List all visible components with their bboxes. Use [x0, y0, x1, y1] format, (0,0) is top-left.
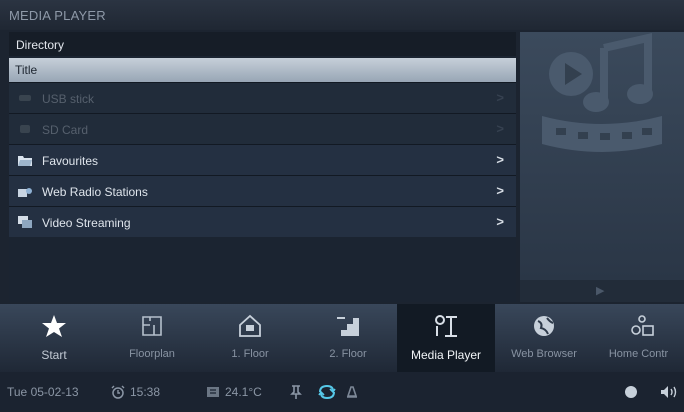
media-artwork-icon	[542, 32, 662, 152]
list-item-web-radio-stations[interactable]: Web Radio Stations >	[9, 175, 516, 206]
title-bar: MEDIA PLAYER	[0, 0, 684, 30]
list-item-usb-stick: USB stick >	[9, 82, 516, 113]
dock-label: 1. Floor	[231, 348, 269, 360]
dock-1-floor-button[interactable]: 1. Floor	[201, 304, 299, 372]
status-bar: Tue 05-02-13 15:38 24.1°C	[0, 372, 684, 412]
alarm-clock-icon[interactable]	[111, 385, 125, 399]
dock-media-player-button[interactable]: Media Player	[397, 304, 495, 372]
floorplan-icon	[142, 316, 162, 336]
pin-icon[interactable]	[290, 385, 302, 399]
home-control-icon	[631, 315, 654, 336]
media-player-icon	[435, 315, 457, 337]
star-icon	[42, 315, 66, 337]
list-item-label: USB stick	[42, 92, 95, 106]
chevron-right-icon: >	[496, 152, 504, 167]
radio-icon	[18, 188, 32, 197]
dock-floorplan-button[interactable]: Floorplan	[103, 304, 201, 372]
dock-2-floor-button[interactable]: 2. Floor	[299, 304, 397, 372]
dock-label: Media Player	[410, 348, 482, 362]
dock-label: Start	[41, 348, 67, 362]
media-artwork	[520, 32, 684, 282]
usb-icon	[19, 95, 31, 101]
night-mode-icon[interactable]	[624, 385, 638, 399]
volume-icon[interactable]	[660, 385, 680, 399]
dock-label: 2. Floor	[329, 348, 367, 360]
list-item-label: Web Radio Stations	[42, 185, 148, 199]
status-temperature: 24.1°C	[225, 385, 262, 399]
dock-web-browser-button[interactable]: Web Browser	[495, 304, 593, 372]
list-item-video-streaming[interactable]: Video Streaming >	[9, 206, 516, 237]
status-date: Tue 05-02-13	[7, 385, 79, 399]
chevron-right-icon: >	[496, 183, 504, 198]
sync-icon[interactable]	[318, 384, 336, 400]
directory-list: Directory Title USB stick > SD Card > Fa…	[9, 32, 516, 302]
preview-controls: ▶	[520, 280, 684, 302]
dock-home-control-button[interactable]: Home Contr	[593, 304, 684, 372]
list-item-favourites[interactable]: Favourites >	[9, 144, 516, 175]
dock-label: Home Contr	[608, 348, 669, 360]
list-item-label: Favourites	[42, 154, 99, 168]
video-icon	[18, 216, 32, 228]
directory-header: Directory	[9, 32, 516, 56]
folder-icon	[18, 156, 32, 166]
app-title: MEDIA PLAYER	[9, 8, 106, 23]
chevron-right-icon: >	[496, 214, 504, 229]
list-item-label: Video Streaming	[42, 216, 131, 230]
globe-icon	[534, 316, 554, 336]
list-item-label: SD Card	[42, 123, 89, 137]
status-time: 15:38	[130, 385, 161, 399]
dock-label: Web Browser	[511, 348, 577, 360]
thermometer-icon	[207, 387, 219, 397]
dock-label: Floorplan	[129, 348, 175, 360]
floor-icon	[239, 314, 261, 337]
dock-bar: Start Floorplan 1. Floor 2. Floor Media …	[0, 304, 684, 372]
media-preview-panel: ▶	[520, 32, 684, 302]
stairs-icon	[337, 317, 359, 336]
play-icon[interactable]: ▶	[596, 284, 604, 297]
chevron-right-icon: >	[496, 121, 504, 136]
sd-card-icon	[20, 125, 30, 133]
dock-start-button[interactable]: Start	[5, 304, 103, 372]
chevron-right-icon: >	[496, 90, 504, 105]
list-item-sd-card: SD Card >	[9, 113, 516, 144]
notification-icon[interactable]	[345, 385, 359, 399]
title-column-header[interactable]: Title	[9, 58, 516, 82]
